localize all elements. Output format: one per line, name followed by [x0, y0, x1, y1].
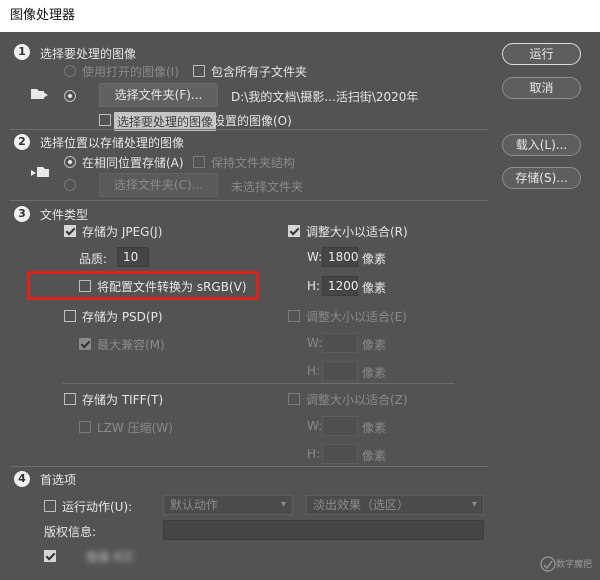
include-icc-checkbox[interactable] [44, 550, 56, 562]
keep-structure-checkbox[interactable] [193, 156, 205, 168]
divider [10, 129, 488, 130]
max-compat-label: 最大兼容(M) [97, 338, 165, 352]
psd-width-unit: 像素 [362, 338, 387, 352]
tiff-height-label: H: [307, 447, 321, 461]
same-location-label: 在相同位置存储(A) [82, 156, 184, 170]
run-action-label: 运行动作(U): [62, 500, 133, 514]
cancel-button[interactable]: 取消 [502, 77, 581, 99]
run-button[interactable]: 运行 [502, 43, 581, 65]
save-jpeg-checkbox[interactable] [64, 225, 76, 237]
max-compat-checkbox[interactable] [79, 338, 91, 350]
jpeg-height-label: H: [307, 279, 321, 293]
copyright-input[interactable] [163, 520, 484, 540]
lzw-checkbox[interactable] [79, 421, 91, 433]
jpeg-resize-checkbox[interactable] [288, 225, 300, 237]
save-psd-label: 存储为 PSD(P) [82, 310, 163, 324]
select-destination-folder-button[interactable]: 选择文件夹(C)... [99, 173, 218, 197]
open-first-image-checkbox[interactable] [99, 114, 111, 126]
jpeg-width-input[interactable]: 1800 [322, 247, 359, 267]
jpeg-quality-label: 品质: [79, 252, 108, 266]
tiff-width-unit: 像素 [362, 421, 387, 435]
red-highlight-box [27, 271, 259, 300]
section-2-title: 选择位置以存储处理的图像 [40, 136, 185, 150]
title-bar: 图像处理器 [0, 0, 600, 32]
section-number-3: 3 [14, 206, 30, 222]
action-set-value: 默认动作 [170, 498, 219, 512]
folder-arrow-icon [30, 87, 50, 101]
action-select[interactable]: 淡出效果（选区） ▾ [306, 495, 484, 515]
tiff-height-input[interactable] [322, 444, 358, 464]
psd-height-label: H: [307, 364, 321, 378]
section-number-2: 2 [14, 134, 30, 150]
divider [62, 383, 454, 384]
action-set-select[interactable]: 默认动作 ▾ [163, 495, 293, 515]
jpeg-width-label: W: [307, 250, 323, 264]
include-icc-label: 包含 ICC [86, 550, 135, 564]
watermark-logo-icon [540, 556, 556, 572]
source-folder-path: D:\我的文档\摄影...活扫街\2020年 [231, 90, 419, 104]
include-subfolders-label: 包含所有子文件夹 [211, 65, 308, 79]
run-action-checkbox[interactable] [44, 500, 56, 512]
jpeg-quality-input[interactable]: 10 [117, 247, 149, 267]
tiff-width-label: W: [307, 419, 323, 433]
folder-arrow-icon [30, 165, 50, 179]
section-number-1: 1 [14, 44, 30, 60]
keep-structure-label: 保持文件夹结构 [211, 156, 296, 170]
save-tiff-checkbox[interactable] [64, 393, 76, 405]
section-3-title: 文件类型 [40, 208, 89, 222]
section-1-title: 选择要处理的图像 [40, 47, 137, 61]
load-button[interactable]: 载入(L)... [502, 134, 581, 156]
save-tiff-label: 存储为 TIFF(T) [82, 393, 164, 407]
section-number-4: 4 [14, 471, 30, 487]
tiff-resize-checkbox[interactable] [288, 393, 300, 405]
save-psd-checkbox[interactable] [64, 310, 76, 322]
tiff-width-input[interactable] [322, 416, 358, 436]
psd-width-input[interactable] [322, 333, 358, 353]
include-subfolders-checkbox[interactable] [193, 65, 205, 77]
divider [10, 466, 488, 467]
same-location-radio[interactable] [64, 156, 76, 168]
watermark-text: 数字魔把 [555, 560, 592, 570]
select-source-folder-button[interactable]: 选择文件夹(F)... [99, 83, 218, 107]
psd-height-input[interactable] [322, 361, 358, 381]
save-jpeg-label: 存储为 JPEG(J) [82, 225, 163, 239]
copyright-label: 版权信息: [44, 525, 97, 539]
action-value: 淡出效果（选区） [313, 498, 410, 512]
divider [10, 200, 488, 201]
psd-height-unit: 像素 [362, 366, 387, 380]
psd-width-label: W: [307, 336, 323, 350]
section-4-title: 首选项 [40, 473, 77, 487]
psd-resize-checkbox[interactable] [288, 310, 300, 322]
destination-folder-status: 未选择文件夹 [231, 180, 304, 194]
use-open-images-label: 使用打开的图像(I) [82, 65, 179, 79]
select-folder-radio[interactable] [64, 90, 76, 102]
tiff-resize-label: 调整大小以适合(Z) [306, 393, 408, 407]
jpeg-resize-label: 调整大小以适合(R) [306, 225, 408, 239]
chevron-down-icon: ▾ [280, 499, 286, 510]
chevron-down-icon: ▾ [471, 499, 477, 510]
save-settings-button[interactable]: 存储(S)... [502, 167, 581, 189]
use-open-images-radio[interactable] [64, 65, 76, 77]
jpeg-height-unit: 像素 [362, 281, 387, 295]
lzw-label: LZW 压缩(W) [97, 421, 173, 435]
jpeg-height-input[interactable]: 1200 [322, 276, 359, 296]
jpeg-width-unit: 像素 [362, 252, 387, 266]
psd-resize-label: 调整大小以适合(E) [306, 310, 407, 324]
select-destination-radio[interactable] [64, 179, 76, 191]
tiff-height-unit: 像素 [362, 449, 387, 463]
window-title: 图像处理器 [10, 8, 76, 23]
